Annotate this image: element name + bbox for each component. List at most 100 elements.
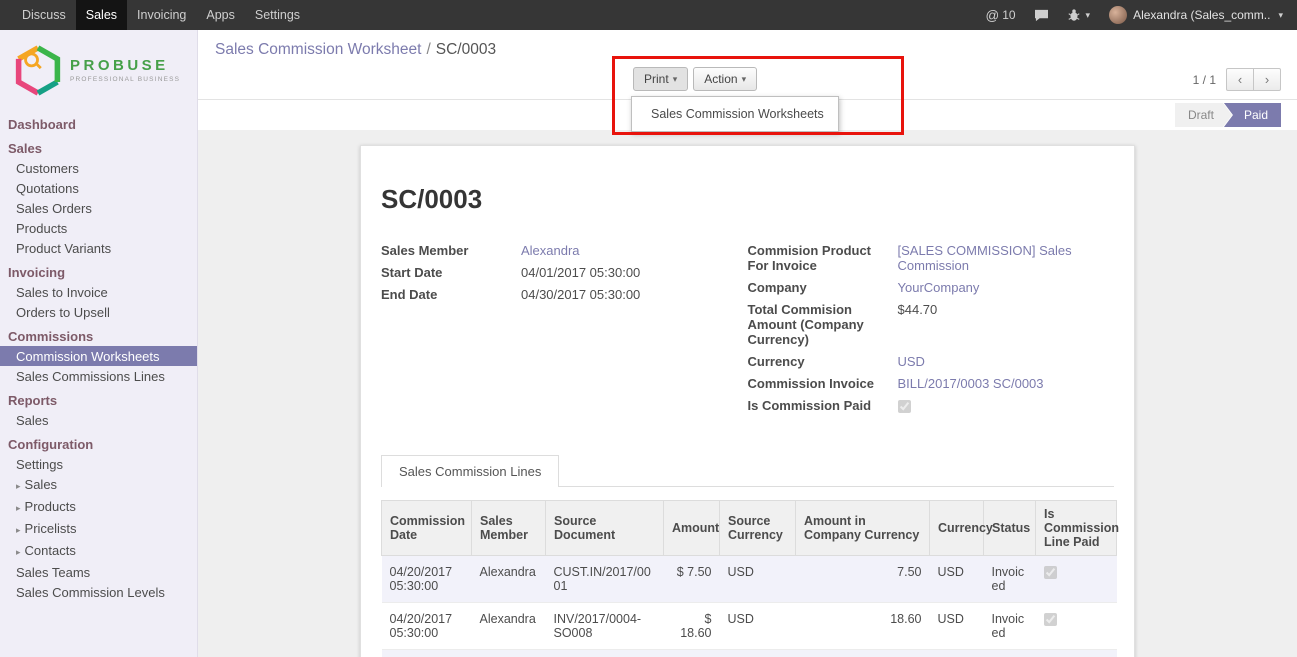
sidebar-item-sales-orders[interactable]: Sales Orders — [0, 198, 197, 218]
nav-apps[interactable]: Apps — [196, 0, 245, 30]
cell-source-document: CUST.IN/2017/0001 — [546, 556, 664, 603]
column-header[interactable]: Status — [984, 501, 1036, 556]
probuse-logo-mark — [14, 44, 62, 96]
cell-currency: USD — [930, 650, 984, 657]
pager-previous-button[interactable]: ‹ — [1226, 68, 1254, 91]
sidebar-section-reports[interactable]: Reports — [0, 390, 197, 410]
cell-line-paid — [1036, 603, 1117, 650]
sidebar-item-sales-commission-levels[interactable]: Sales Commission Levels — [0, 582, 197, 602]
print-button[interactable]: Print ▾ — [633, 67, 688, 91]
nav-discuss[interactable]: Discuss — [12, 0, 76, 30]
column-header[interactable]: Commission Date — [382, 501, 472, 556]
column-header[interactable]: Amount — [664, 501, 720, 556]
sidebar-item-sales-teams[interactable]: Sales Teams — [0, 562, 197, 582]
sidebar-item-dashboard[interactable]: Dashboard — [0, 114, 197, 134]
cell-amount-company: 18.60 — [796, 650, 930, 657]
brand-tagline: PROFESSIONAL BUSINESS — [70, 76, 180, 83]
pager: 1 / 1 ‹ › — [1193, 68, 1281, 91]
sidebar-section-sales[interactable]: Sales — [0, 138, 197, 158]
sales-member-link[interactable]: Alexandra — [521, 243, 720, 258]
expand-caret-icon: ▸ — [16, 525, 21, 535]
sidebar-item-reports-sales[interactable]: Sales — [0, 410, 197, 430]
form-sheet: SC/0003 Sales Member Alexandra Start Dat… — [360, 145, 1135, 657]
commission-invoice-link[interactable]: BILL/2017/0003 SC/0003 — [898, 376, 1087, 391]
tab-sales-commission-lines[interactable]: Sales Commission Lines — [381, 455, 559, 487]
field-commission-invoice: Commission Invoice BILL/2017/0003 SC/000… — [748, 376, 1087, 391]
left-field-group: Sales Member Alexandra Start Date 04/01/… — [381, 243, 748, 420]
table-row[interactable]: 04/20/2017 05:30:00 Alexandra CUST.IN/20… — [382, 556, 1117, 603]
status-paid-active[interactable]: Paid — [1224, 103, 1281, 127]
column-header[interactable]: Amount in Company Currency — [796, 501, 930, 556]
status-draft[interactable]: Draft — [1175, 103, 1232, 127]
column-header[interactable]: Sales Member — [472, 501, 546, 556]
sidebar-section-commissions[interactable]: Commissions — [0, 326, 197, 346]
commission-lines-table: Commission Date Sales Member Source Docu… — [381, 500, 1117, 657]
sidebar-item-sales-commissions-lines[interactable]: Sales Commissions Lines — [0, 366, 197, 386]
debug-menu[interactable]: ▾ — [1058, 0, 1100, 30]
table-header-row: Commission Date Sales Member Source Docu… — [382, 501, 1117, 556]
tab-strip: Sales Commission Lines — [381, 454, 1114, 487]
chevron-down-icon: ▾ — [742, 74, 747, 85]
cell-status: Invoiced — [984, 603, 1036, 650]
sidebar-item-commission-worksheets[interactable]: Commission Worksheets — [0, 346, 197, 366]
cell-status: Invoiced — [984, 650, 1036, 657]
sidebar-item-customers[interactable]: Customers — [0, 158, 197, 178]
cell-commission-date: 04/20/2017 05:30:00 — [382, 556, 472, 603]
control-panel: Sales Commission Worksheet/SC/0003 Print… — [198, 30, 1297, 130]
field-label: Sales Member — [381, 243, 521, 258]
sidebar-item-quotations[interactable]: Quotations — [0, 178, 197, 198]
expand-caret-icon: ▸ — [16, 503, 21, 513]
chevron-down-icon: ▾ — [1086, 10, 1091, 21]
sidebar-section-invoicing[interactable]: Invoicing — [0, 262, 197, 282]
sidebar-item-config-contacts[interactable]: ▸Contacts — [0, 540, 197, 562]
field-label: Is Commission Paid — [748, 398, 898, 413]
table-row[interactable]: 04/20/2017 10:35:53 Alexandra SO008 $ 18… — [382, 650, 1117, 657]
cell-source-currency: USD — [720, 650, 796, 657]
sidebar-item-config-pricelists[interactable]: ▸Pricelists — [0, 518, 197, 540]
sidebar-item-config-sales[interactable]: ▸Sales — [0, 474, 197, 496]
cell-line-paid — [1036, 650, 1117, 657]
sidebar-item-product-variants[interactable]: Product Variants — [0, 238, 197, 258]
systray: @ 10 ▾ Alexandra (Sales_comm.. ▾ — [976, 0, 1297, 30]
user-name: Alexandra (Sales_comm.. — [1133, 8, 1270, 22]
breadcrumb-separator: / — [426, 41, 430, 58]
cell-status: Invoiced — [984, 556, 1036, 603]
field-sales-member: Sales Member Alexandra — [381, 243, 720, 258]
main-menu: Discuss Sales Invoicing Apps Settings — [0, 0, 310, 30]
sidebar-item-label: Sales — [25, 477, 58, 492]
sidebar-item-orders-to-upsell[interactable]: Orders to Upsell — [0, 302, 197, 322]
sidebar-section-configuration[interactable]: Configuration — [0, 434, 197, 454]
company-link[interactable]: YourCompany — [898, 280, 1087, 295]
mention-count: 10 — [1002, 8, 1015, 22]
pager-next-button[interactable]: › — [1253, 68, 1281, 91]
sidebar-item-settings[interactable]: Settings — [0, 454, 197, 474]
sidebar-nav: Dashboard Sales Customers Quotations Sal… — [0, 114, 197, 602]
sidebar-item-products[interactable]: Products — [0, 218, 197, 238]
field-label: Commision Product For Invoice — [748, 243, 898, 273]
nav-invoicing[interactable]: Invoicing — [127, 0, 196, 30]
column-header[interactable]: Source Document — [546, 501, 664, 556]
currency-link[interactable]: USD — [898, 354, 1087, 369]
nav-settings[interactable]: Settings — [245, 0, 310, 30]
table-row[interactable]: 04/20/2017 05:30:00 Alexandra INV/2017/0… — [382, 603, 1117, 650]
user-avatar — [1109, 6, 1127, 24]
nav-sales[interactable]: Sales — [76, 0, 127, 30]
field-label: Start Date — [381, 265, 521, 280]
breadcrumb-parent-link[interactable]: Sales Commission Worksheet — [215, 41, 421, 58]
action-button[interactable]: Action ▾ — [693, 67, 757, 91]
user-menu[interactable]: Alexandra (Sales_comm.. ▾ — [1099, 6, 1287, 24]
commission-product-link[interactable]: [SALES COMMISSION] Sales Commission — [898, 243, 1087, 273]
cell-line-paid — [1036, 556, 1117, 603]
statusbar: Draft Paid — [1175, 103, 1281, 127]
messages-icon[interactable] — [1025, 0, 1058, 30]
column-header[interactable]: Currency — [930, 501, 984, 556]
column-header[interactable]: Is Commission Line Paid — [1036, 501, 1117, 556]
column-header[interactable]: Source Currency — [720, 501, 796, 556]
sidebar-item-config-products[interactable]: ▸Products — [0, 496, 197, 518]
cell-amount: $ 18.60 — [664, 603, 720, 650]
cell-amount-company: 18.60 — [796, 603, 930, 650]
menu-item-sales-commission-worksheets[interactable]: Sales Commission Worksheets — [632, 102, 838, 126]
probuse-logo[interactable]: PROBUSE PROFESSIONAL BUSINESS — [0, 30, 197, 110]
mention-counter[interactable]: @ 10 — [976, 0, 1024, 30]
sidebar-item-sales-to-invoice[interactable]: Sales to Invoice — [0, 282, 197, 302]
